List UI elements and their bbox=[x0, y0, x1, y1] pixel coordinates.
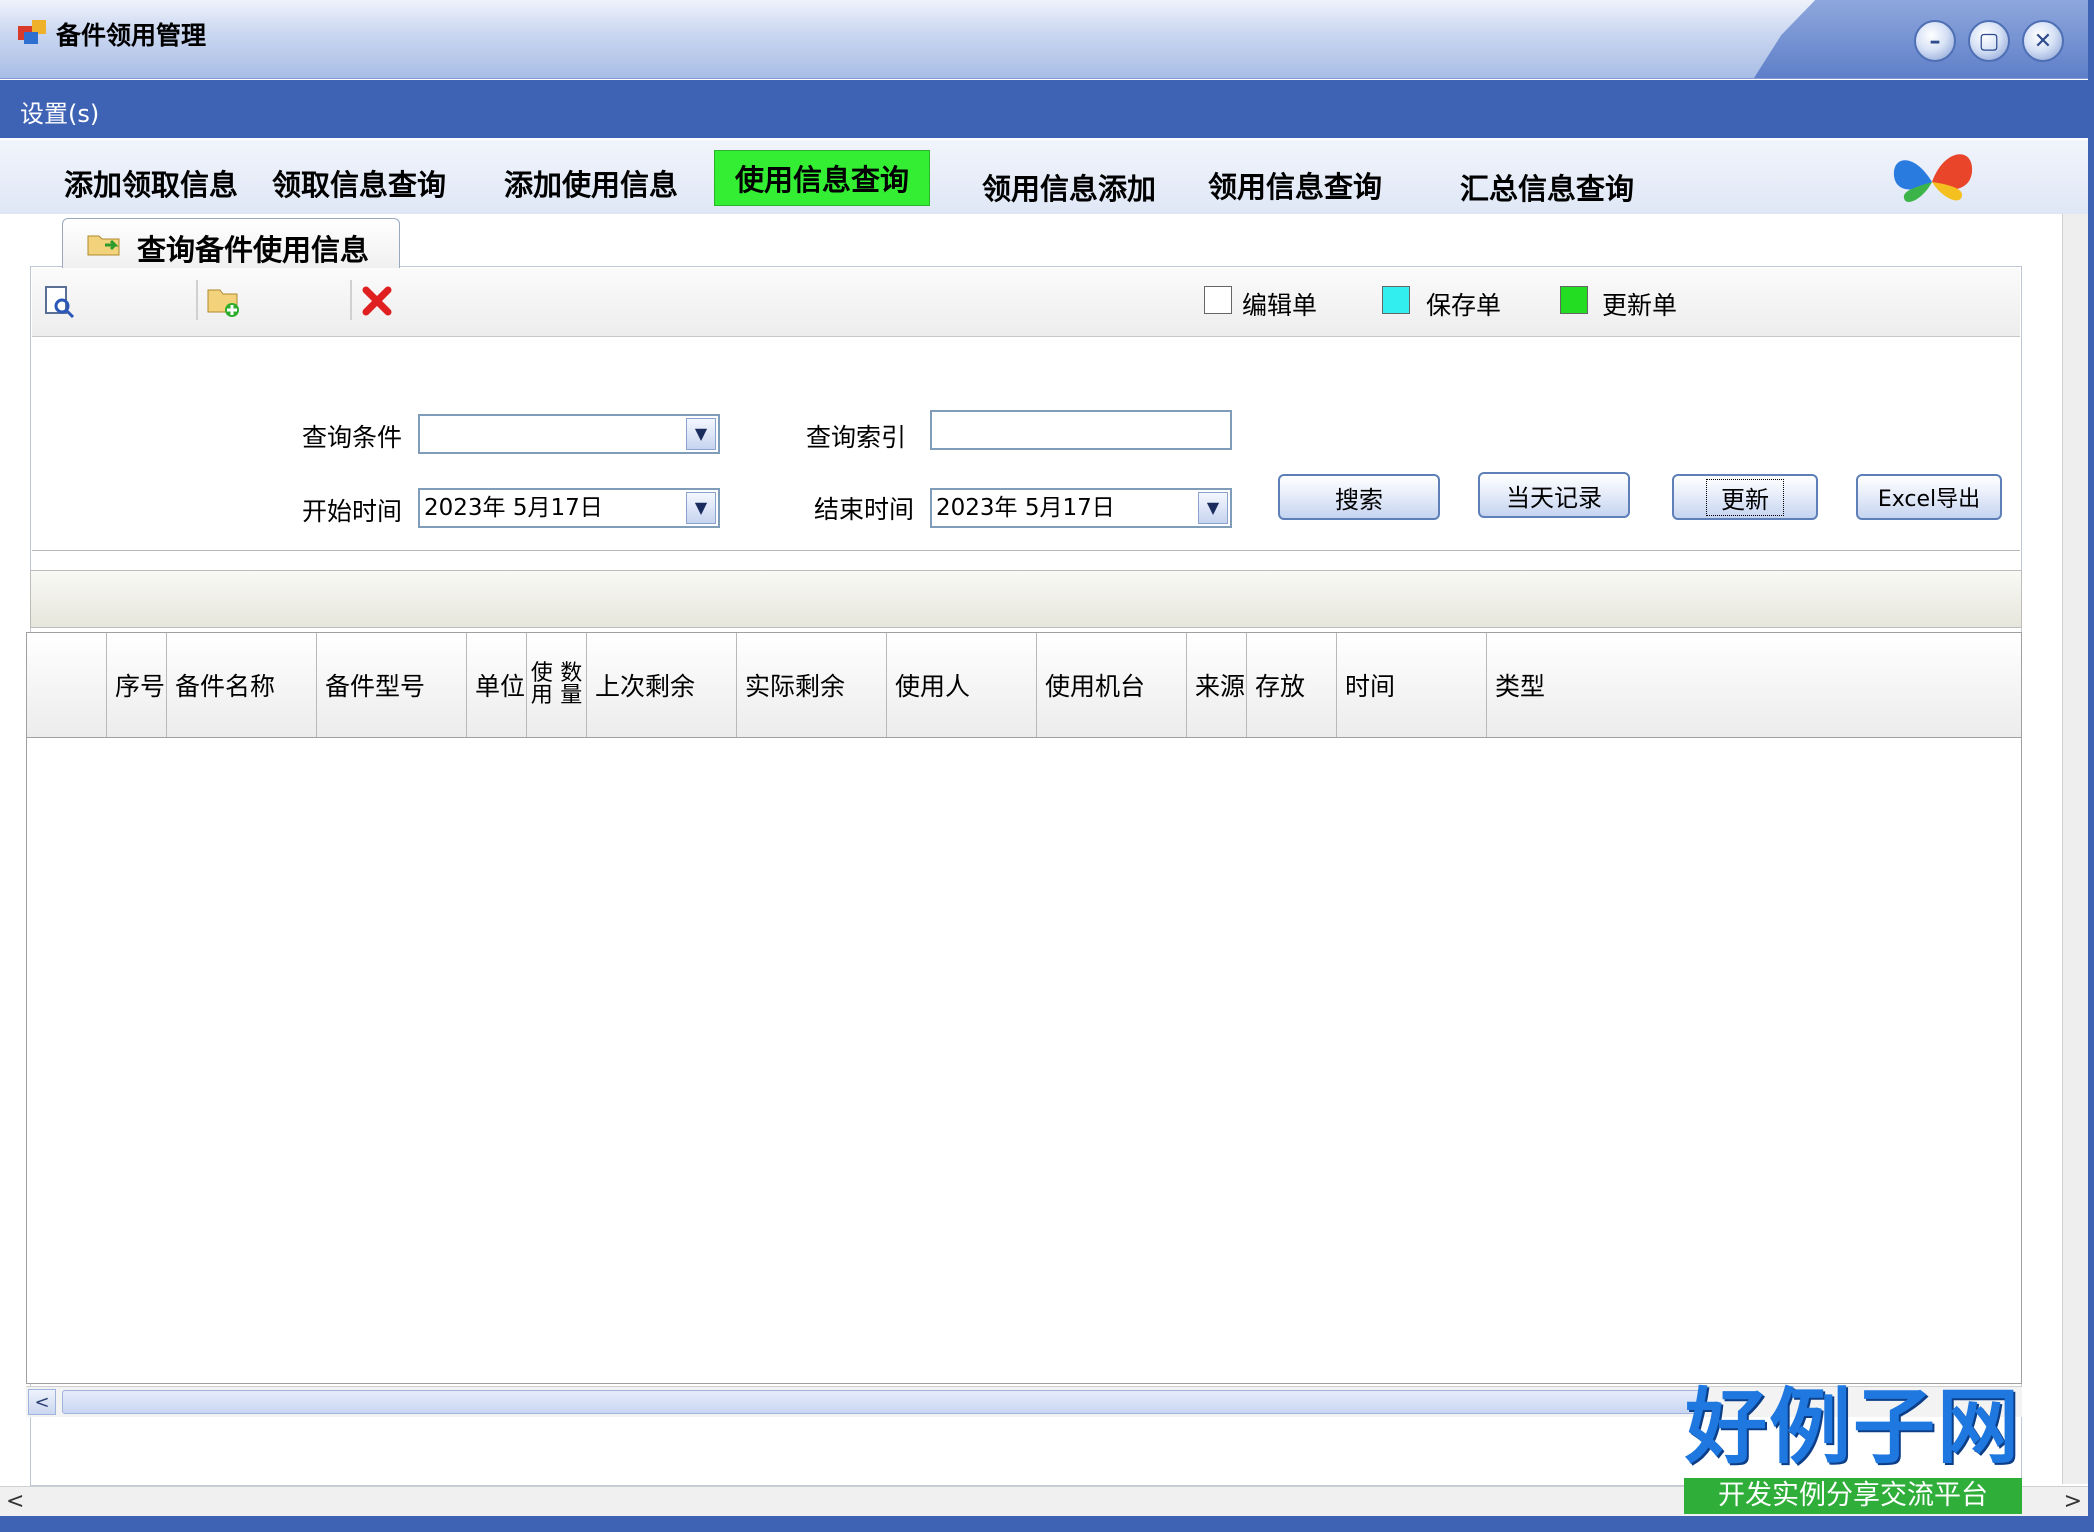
minimize-button[interactable]: – bbox=[1914, 20, 1956, 62]
app-icon bbox=[18, 20, 46, 44]
tab-receive-query[interactable]: 领取信息查询 bbox=[272, 162, 446, 204]
window-vertical-scrollbar[interactable] bbox=[2062, 214, 2089, 1484]
today-records-button[interactable]: 当天记录 bbox=[1478, 472, 1630, 518]
col-header-part-name[interactable]: 备件名称 bbox=[167, 633, 317, 737]
end-date-value: 2023年 5月17日 bbox=[936, 495, 1115, 521]
group-strip bbox=[30, 570, 2022, 628]
delete-icon[interactable] bbox=[360, 284, 394, 318]
tab-usage-query[interactable]: 使用信息查询 bbox=[714, 150, 931, 206]
tab-add-usage[interactable]: 添加使用信息 bbox=[504, 162, 678, 204]
export-button-label: Excel导出 bbox=[1877, 487, 1981, 512]
start-date-picker[interactable]: 2023年 5月17日 ▼ bbox=[418, 488, 720, 528]
restore-button[interactable]: ▢ bbox=[1968, 20, 2010, 62]
tab-add-receive[interactable]: 添加领取信息 bbox=[64, 162, 238, 204]
col-header-use-qty[interactable]: 使用 数量 bbox=[527, 633, 587, 737]
tab-receive-use-add[interactable]: 领用信息添加 bbox=[982, 166, 1156, 208]
excel-export-button[interactable]: Excel导出 bbox=[1856, 474, 2002, 520]
window-scroll-right-icon[interactable]: > bbox=[2064, 1489, 2082, 1514]
toolbar: 编辑单 保存单 更新单 bbox=[32, 268, 2020, 337]
scroll-thumb[interactable] bbox=[62, 1390, 1702, 1414]
col-header-user[interactable]: 使用人 bbox=[887, 633, 1037, 737]
update-button[interactable]: 更新 bbox=[1672, 474, 1818, 520]
tab-summary-query[interactable]: 汇总信息查询 bbox=[1460, 166, 1634, 208]
col-header-last-remaining[interactable]: 上次剩余 bbox=[587, 633, 737, 737]
index-label: 查询索引 bbox=[806, 423, 907, 452]
col-header-seq[interactable]: 序号 bbox=[107, 633, 167, 737]
col-header-type[interactable]: 类型 bbox=[1487, 633, 2021, 737]
search-button-label: 搜索 bbox=[1335, 485, 1383, 514]
close-button[interactable]: ✕ bbox=[2022, 20, 2064, 62]
col-header-unit[interactable]: 单位 bbox=[467, 633, 527, 737]
end-time-label: 结束时间 bbox=[814, 495, 915, 524]
site-watermark-subtitle: 开发实例分享交流平台 bbox=[1684, 1478, 2022, 1514]
site-watermark-logo: 好例子网 开发实例分享交流平台 bbox=[1680, 1380, 2026, 1520]
usage-data-grid[interactable]: 序号 备件名称 备件型号 单位 使用 数量 上次剩余 实际剩余 使用人 使用机台… bbox=[26, 632, 2022, 1384]
chevron-down-icon[interactable]: ▼ bbox=[686, 492, 716, 524]
legend-swatch-update bbox=[1560, 286, 1588, 314]
menu-bar: 设置(s) bbox=[0, 80, 2088, 138]
search-button[interactable]: 搜索 bbox=[1278, 474, 1440, 520]
col-header-actual-remaining[interactable]: 实际剩余 bbox=[737, 633, 887, 737]
chevron-down-icon[interactable]: ▼ bbox=[1198, 492, 1228, 524]
query-area: 查询条件 ▼ 查询索引 开始时间 2023年 5月17日 ▼ 结束时间 2023… bbox=[32, 338, 2020, 551]
start-time-label: 开始时间 bbox=[302, 497, 403, 526]
scroll-left-icon[interactable]: < bbox=[28, 1389, 56, 1415]
today-button-label: 当天记录 bbox=[1506, 483, 1602, 512]
legend-label-update: 更新单 bbox=[1602, 291, 1678, 320]
legend-swatch-save bbox=[1382, 286, 1410, 314]
row-selector-header[interactable] bbox=[27, 633, 107, 737]
start-date-value: 2023年 5月17日 bbox=[424, 495, 603, 521]
legend-label-edit: 编辑单 bbox=[1242, 291, 1318, 320]
top-tab-strip: 添加领取信息 领取信息查询 添加使用信息 使用信息查询 领用信息添加 领用信息查… bbox=[0, 140, 2088, 214]
title-bar: 备件领用管理 – ▢ ✕ bbox=[0, 0, 2094, 79]
butterfly-logo-icon bbox=[1893, 154, 1973, 203]
col-header-machine[interactable]: 使用机台 bbox=[1037, 633, 1187, 737]
window-title: 备件领用管理 bbox=[56, 21, 207, 50]
preview-icon[interactable] bbox=[42, 284, 76, 318]
menu-settings[interactable]: 设置(s) bbox=[20, 94, 99, 129]
add-folder-icon[interactable] bbox=[206, 284, 240, 318]
site-watermark-title: 好例子网 bbox=[1684, 1379, 2021, 1475]
chevron-down-icon[interactable]: ▼ bbox=[686, 418, 716, 450]
window-scroll-left-icon[interactable]: < bbox=[6, 1489, 24, 1514]
legend-swatch-edit bbox=[1204, 286, 1232, 314]
col-header-storage[interactable]: 存放 bbox=[1247, 633, 1337, 737]
folder-arrow-icon bbox=[87, 235, 120, 256]
inner-tab-label: 查询备件使用信息 bbox=[137, 233, 370, 267]
condition-label: 查询条件 bbox=[302, 423, 403, 452]
end-date-picker[interactable]: 2023年 5月17日 ▼ bbox=[930, 488, 1232, 528]
inner-tab[interactable]: 查询备件使用信息 bbox=[62, 218, 400, 268]
grid-header: 序号 备件名称 备件型号 单位 使用 数量 上次剩余 实际剩余 使用人 使用机台… bbox=[27, 633, 2021, 738]
col-header-part-model[interactable]: 备件型号 bbox=[317, 633, 467, 737]
col-header-time[interactable]: 时间 bbox=[1337, 633, 1487, 737]
window-border-right bbox=[2088, 0, 2094, 1532]
condition-combo[interactable]: ▼ bbox=[418, 414, 720, 454]
col-header-source[interactable]: 来源 bbox=[1187, 633, 1247, 737]
index-input[interactable] bbox=[930, 410, 1232, 450]
tab-receive-use-query[interactable]: 领用信息查询 bbox=[1208, 164, 1382, 206]
update-button-label: 更新 bbox=[1706, 478, 1784, 516]
col-header-use-qty-label: 使用 bbox=[530, 661, 553, 708]
legend-label-save: 保存单 bbox=[1426, 291, 1502, 320]
col-header-use-qty-label-2: 数量 bbox=[560, 661, 583, 708]
